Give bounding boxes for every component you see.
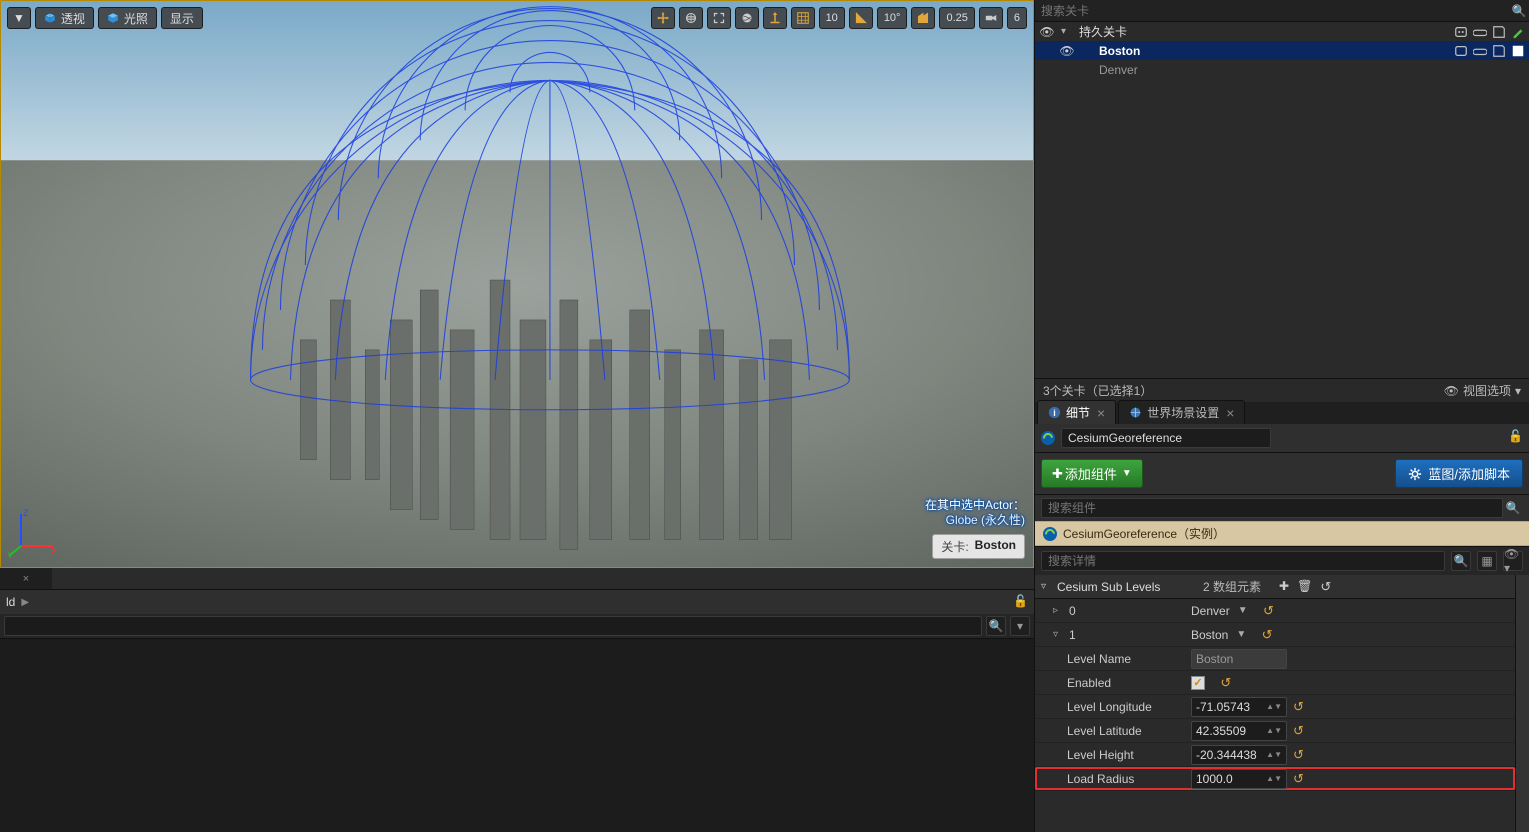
- content-browser-body[interactable]: [0, 638, 1034, 832]
- content-browser-search-input[interactable]: [4, 616, 982, 636]
- reset-icon[interactable]: ↺: [1262, 627, 1273, 643]
- viewport-menu-button[interactable]: ▼: [7, 7, 31, 29]
- gamepad-icon[interactable]: [1473, 44, 1487, 58]
- reset-icon[interactable]: ↺: [1263, 603, 1274, 619]
- add-element-icon[interactable]: ✚: [1279, 579, 1289, 595]
- prop-level-name[interactable]: Level Name Boston: [1035, 647, 1515, 671]
- array-index-0[interactable]: ▹0 Denver▼ ↺: [1035, 599, 1515, 623]
- expand-arrow-icon[interactable]: ▾: [1061, 26, 1073, 37]
- levels-tree[interactable]: 👁 ▾ 持久关卡 👁 Boston: [1035, 22, 1529, 378]
- color-icon[interactable]: [1511, 44, 1525, 58]
- search-icon[interactable]: 🔍: [1503, 498, 1523, 518]
- viewport-lighting-button[interactable]: 光照: [98, 7, 157, 29]
- prop-enabled[interactable]: Enabled ✓ ↺: [1035, 671, 1515, 695]
- prop-latitude[interactable]: Level Latitude 42.35509▲▼ ↺: [1035, 719, 1515, 743]
- longitude-input[interactable]: -71.05743▲▼: [1191, 697, 1287, 717]
- content-browser-breadcrumb[interactable]: ld ▶ 🔓: [0, 590, 1034, 614]
- search-icon[interactable]: 🔍: [1509, 4, 1529, 18]
- component-root-row[interactable]: CesiumGeoreference（实例）: [1035, 521, 1529, 546]
- array-index-1[interactable]: ▿1 Boston▼ ↺: [1035, 623, 1515, 647]
- prop-load-radius[interactable]: Load Radius 1000.0▲▼ ↺: [1035, 767, 1515, 791]
- cesium-icon: [1043, 527, 1057, 541]
- reset-icon[interactable]: ↺: [1293, 747, 1304, 763]
- levels-search-input[interactable]: [1035, 2, 1509, 20]
- reset-icon[interactable]: ↺: [1293, 699, 1304, 715]
- grid-snap-button[interactable]: [791, 7, 815, 29]
- angle-snap-value[interactable]: 10°: [877, 7, 908, 29]
- gamepad-icon[interactable]: [1473, 25, 1487, 39]
- scale-snap-value[interactable]: 0.25: [939, 7, 974, 29]
- section-cesium-sublevels[interactable]: ▿ Cesium Sub Levels 2 数组元素 ✚ 🗑 ↺: [1035, 575, 1515, 599]
- save-icon[interactable]: [1492, 25, 1506, 39]
- prop-height[interactable]: Level Height -20.344438▲▼ ↺: [1035, 743, 1515, 767]
- prop-longitude[interactable]: Level Longitude -71.05743▲▼ ↺: [1035, 695, 1515, 719]
- search-icon[interactable]: 🔍: [986, 616, 1006, 636]
- details-search-input[interactable]: [1041, 551, 1445, 571]
- close-icon[interactable]: ×: [1097, 405, 1105, 421]
- reset-icon[interactable]: ↺: [1293, 723, 1304, 739]
- property-matrix-icon[interactable]: ▦: [1477, 551, 1497, 571]
- transform-globe-button[interactable]: [679, 7, 703, 29]
- kismet-icon[interactable]: [1454, 44, 1468, 58]
- gear-icon: [1408, 467, 1422, 481]
- reset-icon[interactable]: ↺: [1220, 675, 1231, 691]
- tab-world-settings[interactable]: 世界场景设置×: [1118, 400, 1245, 424]
- viewport-perspective-button[interactable]: 透视: [35, 7, 94, 29]
- svg-text:i: i: [1053, 408, 1055, 418]
- viewport-show-button[interactable]: 显示: [161, 7, 203, 29]
- globe-icon: [1129, 406, 1142, 419]
- level-row-denver[interactable]: Denver: [1035, 60, 1529, 79]
- kismet-icon[interactable]: [1454, 25, 1468, 39]
- levels-footer: 3个关卡（已选择1） 👁 视图选项▾: [1035, 378, 1529, 402]
- view-options-button[interactable]: 👁 视图选项▾: [1444, 382, 1521, 399]
- search-icon[interactable]: 🔍: [1451, 551, 1471, 571]
- scrollbar[interactable]: [1515, 575, 1529, 832]
- checkbox-checked-icon[interactable]: ✓: [1191, 676, 1205, 690]
- filter-icon[interactable]: ▾: [1010, 616, 1030, 636]
- surface-snap-button[interactable]: [763, 7, 787, 29]
- close-icon[interactable]: ×: [1226, 405, 1234, 421]
- angle-snap-button[interactable]: [849, 7, 873, 29]
- color-icon[interactable]: [1511, 25, 1525, 39]
- svg-text:Y: Y: [7, 550, 13, 558]
- actor-name-field[interactable]: CesiumGeoreference: [1061, 428, 1271, 448]
- lock-icon[interactable]: 🔓: [1013, 594, 1028, 608]
- height-input[interactable]: -20.344438▲▼: [1191, 745, 1287, 765]
- transform-move-button[interactable]: [651, 7, 675, 29]
- transform-expand-button[interactable]: [707, 7, 731, 29]
- scale-snap-button[interactable]: [911, 7, 935, 29]
- content-browser-tabbar: ×: [0, 568, 1034, 590]
- svg-text:Z: Z: [23, 508, 29, 518]
- info-icon: i: [1048, 406, 1061, 419]
- eye-dropdown-icon[interactable]: 👁▾: [1503, 551, 1523, 571]
- clear-array-icon[interactable]: 🗑: [1297, 579, 1312, 595]
- tab-details[interactable]: i 细节×: [1037, 400, 1116, 424]
- reset-icon[interactable]: ↺: [1293, 771, 1304, 787]
- svg-text:X: X: [51, 546, 57, 556]
- grid-snap-value[interactable]: 10: [819, 7, 845, 29]
- component-search-input[interactable]: [1041, 498, 1503, 518]
- viewport[interactable]: ▼ 透视 光照 显示 10: [0, 0, 1034, 568]
- camera-speed-button[interactable]: [979, 7, 1003, 29]
- axis-gizmo: Z X Y: [7, 506, 59, 561]
- load-radius-input[interactable]: 1000.0▲▼: [1191, 769, 1287, 789]
- viewport-level-chip[interactable]: 关卡: Boston: [932, 534, 1025, 559]
- latitude-input[interactable]: 42.35509▲▼: [1191, 721, 1287, 741]
- level-row-boston[interactable]: 👁 Boston: [1035, 41, 1529, 60]
- tab-close-button[interactable]: ×: [0, 568, 52, 589]
- save-icon[interactable]: [1492, 44, 1506, 58]
- level-row-persistent[interactable]: 👁 ▾ 持久关卡: [1035, 22, 1529, 41]
- visibility-icon[interactable]: 👁: [1059, 44, 1075, 58]
- lock-icon[interactable]: 🔓: [1508, 429, 1523, 443]
- reset-icon[interactable]: ↺: [1320, 579, 1331, 595]
- property-grid[interactable]: ▿ Cesium Sub Levels 2 数组元素 ✚ 🗑 ↺ ▹0 Denv…: [1035, 575, 1515, 832]
- transform-world-button[interactable]: [735, 7, 759, 29]
- cesium-icon: [1041, 431, 1055, 445]
- add-component-button[interactable]: ✚ 添加组件▼: [1041, 459, 1143, 488]
- blueprint-button[interactable]: 蓝图/添加脚本: [1395, 459, 1523, 488]
- camera-speed-value[interactable]: 6: [1007, 7, 1027, 29]
- visibility-icon[interactable]: 👁: [1039, 25, 1055, 39]
- chevron-right-icon: ▶: [21, 597, 29, 608]
- viewport-callout: 在其中选中Actor： Globe (永久性): [925, 498, 1025, 529]
